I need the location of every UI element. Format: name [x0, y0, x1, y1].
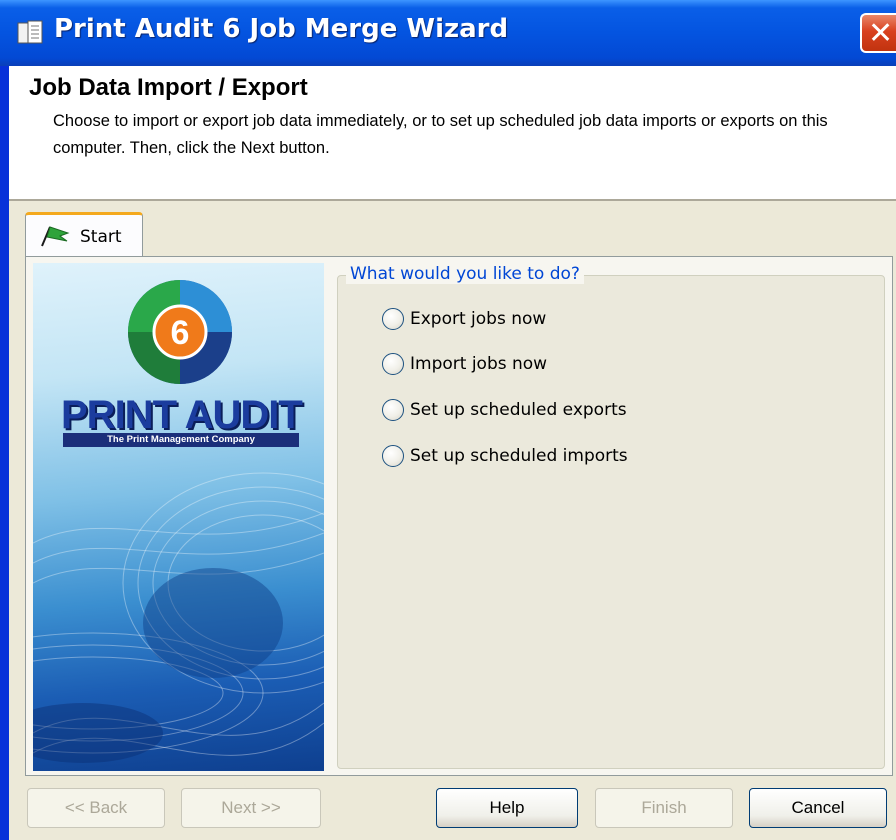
help-button[interactable]: Help [436, 788, 578, 828]
page-description: Choose to import or export job data imme… [53, 112, 828, 157]
page-title: Job Data Import / Export [29, 74, 308, 101]
finish-button[interactable]: Finish [595, 788, 733, 828]
option-label[interactable]: Export jobs now [410, 309, 546, 329]
app-icon [17, 20, 43, 44]
flag-icon [41, 226, 70, 247]
option-label[interactable]: Import jobs now [410, 354, 547, 374]
tab-start[interactable]: Start [25, 212, 143, 258]
close-icon: ✕ [868, 16, 894, 51]
title-bar[interactable]: Print Audit 6 Job Merge Wizard ✕ [0, 0, 896, 66]
close-button[interactable]: ✕ [860, 13, 896, 53]
option-import-jobs-now[interactable]: Import jobs now [382, 351, 547, 377]
window-title: Print Audit 6 Job Merge Wizard [54, 14, 509, 44]
option-scheduled-exports[interactable]: Set up scheduled exports [382, 397, 627, 423]
cancel-button[interactable]: Cancel [749, 788, 887, 828]
options-group: What would you like to do? Export jobs n… [337, 264, 885, 769]
next-button[interactable]: Next >> [181, 788, 321, 828]
radio-button[interactable] [382, 308, 404, 330]
logo-number: 6 [171, 314, 190, 352]
tab-label: Start [80, 227, 122, 247]
radio-button[interactable] [382, 445, 404, 467]
print-audit-6-logo: 6 [128, 280, 232, 384]
option-label[interactable]: Set up scheduled imports [410, 446, 628, 466]
option-scheduled-imports[interactable]: Set up scheduled imports [382, 443, 628, 469]
radio-button[interactable] [382, 399, 404, 421]
brand-name: PRINT AUDIT [61, 393, 303, 437]
options-legend: What would you like to do? [346, 264, 584, 284]
wizard-header: Job Data Import / Export Choose to impor… [9, 66, 896, 201]
wizard-client-area: Job Data Import / Export Choose to impor… [9, 66, 896, 840]
radio-button[interactable] [382, 353, 404, 375]
back-button[interactable]: << Back [27, 788, 165, 828]
option-export-jobs-now[interactable]: Export jobs now [382, 306, 546, 332]
option-label[interactable]: Set up scheduled exports [410, 400, 627, 420]
brand-tagline: The Print Management Company [63, 433, 299, 447]
wizard-window: Print Audit 6 Job Merge Wizard ✕ Job Dat… [0, 0, 896, 840]
banner-image: 6 PRINT AUDIT The Print Management Compa… [33, 263, 324, 771]
tab-panel: 6 PRINT AUDIT The Print Management Compa… [25, 256, 893, 776]
